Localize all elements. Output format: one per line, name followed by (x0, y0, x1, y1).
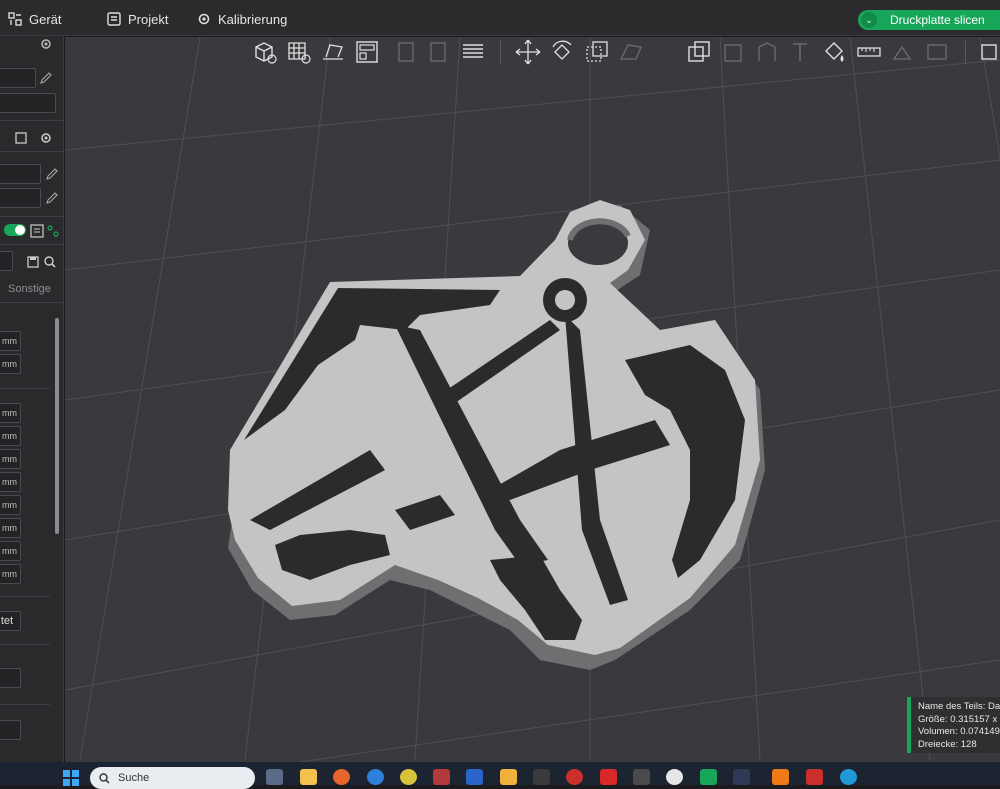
sidebar-scrollbar[interactable] (55, 318, 59, 534)
object-info-panel: Name des Teils: Da Größe: 0.315157 x Vol… (907, 697, 1000, 753)
advanced-toggle[interactable] (4, 224, 26, 236)
rotate-icon[interactable] (547, 37, 577, 67)
filament-settings-icon[interactable] (14, 131, 28, 145)
edit-icon[interactable] (45, 167, 59, 181)
measure-icon[interactable] (854, 37, 884, 67)
assembly-icon[interactable] (922, 37, 952, 67)
confirm-button[interactable]: tet (0, 611, 21, 631)
app-icon-blue[interactable] (466, 769, 483, 785)
chevron-down-icon[interactable]: ⌄ (861, 12, 877, 28)
app-icon-orange[interactable] (772, 769, 789, 785)
part-triangles: Dreiecke: 128 (918, 738, 977, 750)
value-field[interactable]: mm (0, 426, 21, 446)
tab-other[interactable]: Sonstige (8, 283, 51, 295)
value-field[interactable]: mm (0, 403, 21, 423)
printer-select[interactable] (0, 68, 36, 88)
device-icon (8, 12, 22, 26)
value-field[interactable]: mm (0, 564, 21, 584)
value-field[interactable]: mm (0, 495, 21, 515)
layers-icon[interactable] (458, 37, 488, 67)
compare-icon[interactable] (46, 224, 60, 238)
save-icon[interactable] (26, 255, 40, 269)
value-field[interactable]: mm (0, 354, 21, 374)
dropdown-select[interactable] (0, 668, 21, 688)
keychain-model[interactable] (228, 200, 765, 670)
app-icon-crimson[interactable] (566, 769, 583, 785)
value-field[interactable]: mm (0, 449, 21, 469)
value-field[interactable]: mm (0, 472, 21, 492)
active-app-icon[interactable] (700, 769, 717, 785)
filament-2-select[interactable] (0, 188, 41, 208)
arrange-icon[interactable] (352, 37, 382, 67)
edge-icon[interactable] (840, 769, 857, 785)
slice-plate-label: Druckplatte slicen (890, 13, 985, 27)
lay-on-face-icon[interactable] (616, 37, 646, 67)
move-icon[interactable] (513, 37, 543, 67)
project-menu-label: Projekt (128, 11, 169, 27)
device-menu[interactable]: Gerät (8, 8, 62, 30)
search-icon[interactable] (43, 255, 57, 269)
taskbar-search[interactable]: Suche (90, 767, 255, 789)
value-field[interactable]: mm (0, 331, 21, 351)
app-icon-dark[interactable] (533, 769, 550, 785)
gear-icon[interactable] (39, 37, 53, 51)
app-icon-navy[interactable] (733, 769, 750, 785)
scale-icon[interactable] (582, 37, 612, 67)
acrobat-icon[interactable] (600, 769, 617, 785)
part-name: Name des Teils: Da (918, 701, 1000, 712)
firefox-icon[interactable] (333, 769, 350, 785)
list-icon[interactable] (30, 224, 44, 238)
search-placeholder: Suche (118, 772, 150, 784)
file-explorer-icon[interactable] (300, 769, 317, 785)
app-icon-red[interactable] (433, 769, 450, 785)
auto-orient-icon[interactable] (318, 37, 348, 67)
edit-icon[interactable] (45, 191, 59, 205)
gear-icon[interactable] (39, 131, 53, 145)
settings-sidebar: Sonstige mm mm mm mm mm mm mm mm mm mm t… (0, 36, 64, 762)
add-part-icon[interactable] (250, 37, 280, 67)
search-icon (99, 772, 110, 784)
edit-icon[interactable] (39, 71, 53, 85)
calibration-menu[interactable]: Kalibrierung (197, 8, 287, 30)
text-icon[interactable] (786, 37, 816, 67)
browser-icon[interactable] (367, 769, 384, 785)
device-menu-label: Gerät (29, 11, 62, 27)
viewport-scene (65, 37, 1000, 762)
value-field[interactable]: mm (0, 541, 21, 561)
app-icon-hex[interactable] (806, 769, 823, 785)
view-options-icon[interactable] (978, 37, 1000, 67)
value-field[interactable]: mm (0, 518, 21, 538)
part-size: Größe: 0.315157 x (918, 713, 998, 725)
value-field-bottom[interactable] (0, 720, 21, 740)
color-paint-icon[interactable] (820, 37, 850, 67)
start-icon[interactable] (62, 769, 80, 787)
process-select[interactable] (0, 251, 13, 271)
project-icon (107, 12, 121, 26)
project-menu[interactable]: Projekt (107, 8, 168, 30)
app-icon-gray[interactable] (633, 769, 650, 785)
filament-1-select[interactable] (0, 164, 41, 184)
part-volume: Volumen: 0.074149 (918, 726, 1000, 737)
task-view-icon[interactable] (266, 769, 283, 785)
app-icon-yellow[interactable] (500, 769, 517, 785)
viewport-toolbar (248, 37, 1000, 71)
slicer-app-icon[interactable] (666, 769, 683, 785)
split-parts-icon[interactable] (424, 37, 454, 67)
seam-paint-icon[interactable] (888, 37, 918, 67)
slice-plate-button[interactable]: ⌄ Druckplatte slicen (858, 10, 1000, 30)
top-menu-bar: Gerät Projekt Kalibrierung ⌄ Druckplatte… (0, 0, 1000, 36)
3d-viewport[interactable] (65, 37, 1000, 762)
calibration-menu-label: Kalibrierung (218, 11, 288, 27)
cut-icon[interactable] (684, 37, 714, 67)
boolean-icon[interactable] (718, 37, 748, 67)
support-paint-icon[interactable] (752, 37, 782, 67)
settings-app-icon[interactable] (400, 769, 417, 785)
plate-type-select[interactable] (0, 93, 56, 113)
calibration-icon (198, 13, 210, 25)
add-grid-icon[interactable] (284, 37, 314, 67)
split-objects-icon[interactable] (392, 37, 422, 67)
